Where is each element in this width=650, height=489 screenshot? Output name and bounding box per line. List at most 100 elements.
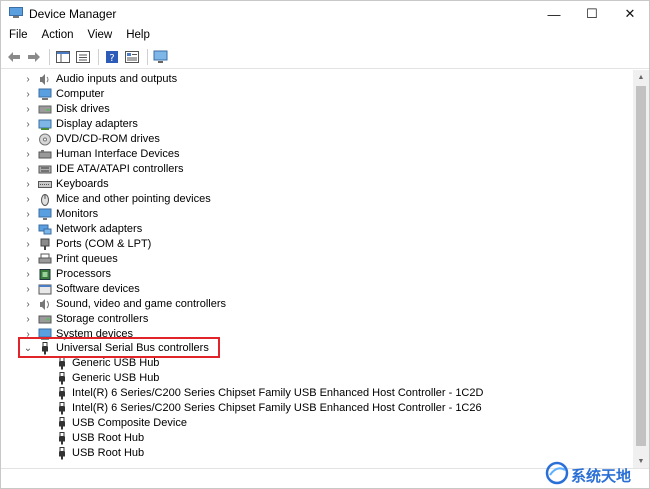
menu-file[interactable]: File xyxy=(1,27,34,45)
usb-icon xyxy=(59,387,65,400)
tree-item-label: Monitors xyxy=(56,208,99,220)
chevron-right-icon[interactable]: › xyxy=(23,267,33,282)
chevron-right-icon[interactable]: › xyxy=(23,87,33,102)
tree-child-intel-host-controller-1c26[interactable]: Intel(R) 6 Series/C200 Series Chipset Fa… xyxy=(1,401,621,416)
properties-pane-icon[interactable] xyxy=(54,48,72,66)
tree-item-label: Audio inputs and outputs xyxy=(56,73,178,85)
tree-item-label: Mice and other pointing devices xyxy=(56,193,211,205)
chevron-right-icon[interactable]: › xyxy=(23,222,33,237)
list-view-icon[interactable] xyxy=(74,48,92,66)
back-arrow-icon[interactable] xyxy=(5,48,23,66)
printer-icon xyxy=(38,253,52,264)
close-button[interactable]: ✕ xyxy=(611,1,649,27)
minimize-button[interactable]: — xyxy=(535,1,573,27)
chevron-right-icon[interactable]: › xyxy=(23,132,33,147)
chevron-right-icon[interactable]: › xyxy=(23,252,33,267)
usb-icon xyxy=(59,417,65,430)
properties-icon[interactable] xyxy=(123,48,141,66)
software-device-icon xyxy=(38,284,52,295)
tree-item-label: Computer xyxy=(56,88,105,100)
toolbar-separator xyxy=(147,48,148,65)
tree-item-ide[interactable]: › IDE ATA/ATAPI controllers xyxy=(1,162,621,177)
usb-icon xyxy=(59,432,65,445)
chevron-right-icon[interactable]: › xyxy=(23,162,33,177)
tree-item-label: Display adapters xyxy=(56,118,138,130)
tree-item-label: DVD/CD-ROM drives xyxy=(56,133,160,145)
usb-icon xyxy=(59,372,65,385)
ide-controller-icon xyxy=(38,165,52,174)
tree-item-computer[interactable]: › Computer xyxy=(1,87,621,102)
tree-item-label: Processors xyxy=(56,268,112,280)
monitor-scan-icon[interactable] xyxy=(152,48,170,66)
help-icon[interactable]: ? xyxy=(103,48,121,66)
chevron-right-icon[interactable]: › xyxy=(23,297,33,312)
storage-controller-icon xyxy=(38,315,52,324)
tree-item-ports[interactable]: › Ports (COM & LPT) xyxy=(1,237,621,252)
tree-item-keyboards[interactable]: › Keyboards xyxy=(1,177,621,192)
mouse-icon xyxy=(41,194,49,206)
speaker-icon xyxy=(40,74,49,85)
tree-item-software-devices[interactable]: › Software devices xyxy=(1,282,621,297)
scroll-up-arrow-icon[interactable]: ▲ xyxy=(633,70,649,84)
tree-item-label: Disk drives xyxy=(56,103,110,115)
port-icon xyxy=(40,238,50,250)
tree-child-intel-host-controller-1c2d[interactable]: Intel(R) 6 Series/C200 Series Chipset Fa… xyxy=(1,386,621,401)
tree-child-usb-root-hub[interactable]: USB Root Hub xyxy=(1,431,621,446)
tree-child-label: USB Root Hub xyxy=(72,432,145,444)
chevron-right-icon[interactable]: › xyxy=(23,147,33,162)
usb-icon xyxy=(59,447,65,460)
window-title: Device Manager xyxy=(29,7,117,21)
menu-view[interactable]: View xyxy=(80,27,119,45)
processor-icon xyxy=(39,269,51,280)
tree-child-generic-usb-hub[interactable]: Generic USB Hub xyxy=(1,371,621,386)
chevron-right-icon[interactable]: › xyxy=(23,102,33,117)
scrollbar-thumb[interactable] xyxy=(636,86,646,446)
chevron-right-icon[interactable]: › xyxy=(23,177,33,192)
tree-item-hid[interactable]: › Human Interface Devices xyxy=(1,147,621,162)
chevron-right-icon[interactable]: › xyxy=(23,72,33,87)
tree-item-label: Software devices xyxy=(56,283,140,295)
tree-item-display-adapters[interactable]: › Display adapters xyxy=(1,117,621,132)
watermark: 系统天地 xyxy=(541,459,649,487)
tree-item-monitors[interactable]: › Monitors xyxy=(1,207,621,222)
tree-child-label: Generic USB Hub xyxy=(72,372,160,384)
vertical-scrollbar[interactable]: ▲ ▼ xyxy=(633,70,649,468)
chevron-right-icon[interactable]: › xyxy=(23,117,33,132)
tree-item-processors[interactable]: › Processors xyxy=(1,267,621,282)
tree-item-network[interactable]: › Network adapters xyxy=(1,222,621,237)
tree-item-label: Human Interface Devices xyxy=(56,148,180,160)
tree-child-label: Generic USB Hub xyxy=(72,357,160,369)
device-manager-window: Device Manager — ☐ ✕ File Action View He… xyxy=(0,0,650,489)
tree-item-audio[interactable]: › Audio inputs and outputs xyxy=(1,72,621,87)
device-tree: › Audio inputs and outputs › Computer › … xyxy=(1,70,633,468)
tree-item-storage[interactable]: › Storage controllers xyxy=(1,312,621,327)
tree-child-generic-usb-hub[interactable]: Generic USB Hub xyxy=(1,356,621,371)
watermark-logo-icon xyxy=(545,461,569,485)
chevron-right-icon[interactable]: › xyxy=(23,192,33,207)
tree-item-disk-drives[interactable]: › Disk drives xyxy=(1,102,621,117)
tree-item-print-queues[interactable]: › Print queues xyxy=(1,252,621,267)
usb-icon xyxy=(59,402,65,415)
forward-arrow-icon[interactable] xyxy=(25,48,43,66)
red-highlight-box xyxy=(18,337,220,358)
chevron-right-icon[interactable]: › xyxy=(23,237,33,252)
maximize-button[interactable]: ☐ xyxy=(573,1,611,27)
tree-item-mice[interactable]: › Mice and other pointing devices xyxy=(1,192,621,207)
toolbar-separator xyxy=(98,48,99,65)
tree-item-label: Print queues xyxy=(56,253,118,265)
tree-child-usb-root-hub[interactable]: USB Root Hub xyxy=(1,446,621,461)
chevron-right-icon[interactable]: › xyxy=(23,312,33,327)
chevron-right-icon[interactable]: › xyxy=(23,282,33,297)
tree-item-sound[interactable]: › Sound, video and game controllers xyxy=(1,297,621,312)
tree-child-usb-composite-device[interactable]: USB Composite Device xyxy=(1,416,621,431)
svg-text:?: ? xyxy=(109,53,114,64)
chevron-right-icon[interactable]: › xyxy=(23,207,33,222)
display-adapter-icon xyxy=(38,119,52,130)
menu-help[interactable]: Help xyxy=(118,27,156,45)
tree-item-label: Storage controllers xyxy=(56,313,149,325)
menu-bar: File Action View Help xyxy=(1,27,649,45)
tree-child-label: USB Composite Device xyxy=(72,417,187,429)
tree-child-label: USB Root Hub xyxy=(72,447,145,459)
tree-item-dvd[interactable]: › DVD/CD-ROM drives xyxy=(1,132,621,147)
menu-action[interactable]: Action xyxy=(34,27,80,45)
